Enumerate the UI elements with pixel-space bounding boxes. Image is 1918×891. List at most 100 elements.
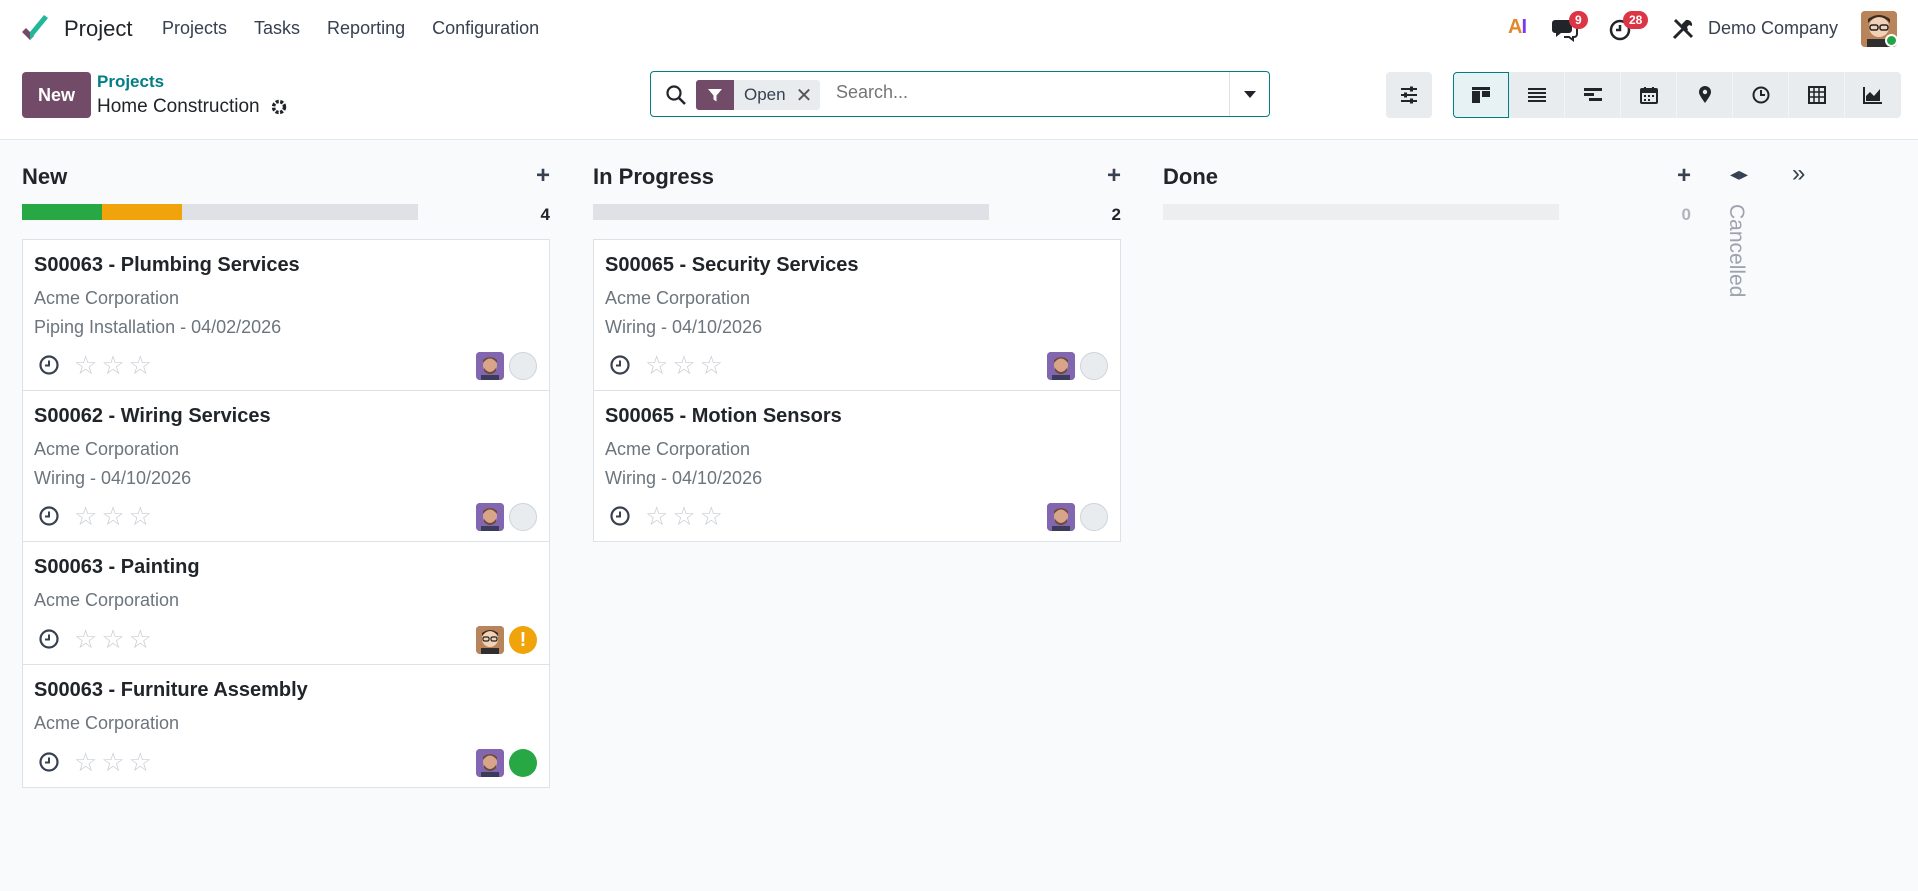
star-icon[interactable]: ☆: [129, 749, 152, 775]
blocked-state-icon[interactable]: !: [509, 626, 537, 654]
progress-segment[interactable]: [102, 204, 182, 220]
menu-projects[interactable]: Projects: [162, 18, 227, 39]
expand-chevrons-icon[interactable]: »: [1792, 160, 1805, 188]
task-card[interactable]: S00065 - Security Services Acme Corporat…: [593, 239, 1121, 391]
star-icon[interactable]: ☆: [129, 503, 152, 529]
menu-configuration[interactable]: Configuration: [432, 18, 539, 39]
activity-clock-icon[interactable]: [609, 354, 631, 376]
assignee-avatar[interactable]: [1047, 352, 1075, 380]
column-cards: S00063 - Plumbing Services Acme Corporat…: [22, 239, 550, 788]
assignee-avatar-admin[interactable]: [476, 626, 504, 654]
star-icon[interactable]: ☆: [129, 352, 152, 378]
new-button[interactable]: New: [22, 72, 91, 118]
normal-state-icon[interactable]: [509, 503, 537, 531]
top-navbar: Project Projects Tasks Reporting Configu…: [0, 0, 1918, 58]
search-bar: Open ✕: [650, 71, 1270, 117]
table-icon: [1807, 86, 1826, 104]
graph-view-button[interactable]: [1845, 72, 1901, 118]
column-title[interactable]: New: [22, 164, 67, 190]
assignee-avatar[interactable]: [1047, 503, 1075, 531]
company-switcher[interactable]: Demo Company: [1708, 18, 1838, 39]
normal-state-icon[interactable]: [1080, 352, 1108, 380]
star-icon[interactable]: ☆: [101, 626, 124, 652]
ready-state-icon[interactable]: [509, 749, 537, 777]
view-switcher: [1453, 72, 1901, 118]
star-icon[interactable]: ☆: [672, 352, 695, 378]
activity-view-button[interactable]: [1733, 72, 1789, 118]
progress-segment[interactable]: [22, 204, 102, 220]
star-icon[interactable]: ☆: [645, 503, 668, 529]
list-view-button[interactable]: [1509, 72, 1565, 118]
star-icon[interactable]: ☆: [700, 352, 723, 378]
star-icon[interactable]: ☆: [74, 626, 97, 652]
column-title[interactable]: Done: [1163, 164, 1218, 190]
star-icon[interactable]: ☆: [101, 749, 124, 775]
task-card[interactable]: S00063 - Furniture Assembly Acme Corpora…: [22, 664, 550, 788]
task-card[interactable]: S00063 - Painting Acme Corporation ☆ ☆ ☆…: [22, 541, 550, 665]
breadcrumb-projects[interactable]: Projects: [97, 72, 164, 92]
activity-clock-icon[interactable]: [609, 505, 631, 527]
task-card[interactable]: S00063 - Plumbing Services Acme Corporat…: [22, 239, 550, 391]
activity-clock-icon[interactable]: [38, 628, 60, 650]
control-panel: New Projects Home Construction Open ✕: [0, 58, 1918, 140]
activity-clock-icon[interactable]: [38, 354, 60, 376]
task-title: S00065 - Motion Sensors: [605, 405, 842, 427]
column-progress-bar[interactable]: [593, 204, 989, 220]
ai-icon[interactable]: AI: [1508, 16, 1527, 39]
activities-badge: 28: [1623, 11, 1649, 29]
menu-reporting[interactable]: Reporting: [327, 18, 405, 39]
online-status-indicator: [1885, 34, 1898, 47]
project-app-icon[interactable]: [20, 14, 52, 44]
star-icon[interactable]: ☆: [129, 626, 152, 652]
search-input[interactable]: [836, 82, 1236, 103]
column-title[interactable]: In Progress: [593, 164, 714, 190]
column-add-icon[interactable]: +: [536, 162, 550, 190]
task-customer: Acme Corporation: [34, 288, 180, 308]
task-card[interactable]: S00065 - Motion Sensors Acme Corporation…: [593, 390, 1121, 542]
kanban-icon: [1472, 87, 1490, 103]
star-icon[interactable]: ☆: [101, 503, 124, 529]
star-icon[interactable]: ☆: [700, 503, 723, 529]
column-add-icon[interactable]: +: [1107, 162, 1121, 190]
star-icon[interactable]: ☆: [101, 352, 124, 378]
column-add-icon[interactable]: +: [1677, 162, 1691, 190]
list-icon: [1527, 88, 1546, 102]
column-progress-bar[interactable]: [22, 204, 418, 220]
menu-tasks[interactable]: Tasks: [254, 18, 300, 39]
activity-clock-icon[interactable]: [38, 751, 60, 773]
kanban-view-button[interactable]: [1453, 72, 1509, 118]
task-title: S00063 - Plumbing Services: [34, 254, 300, 276]
priority-stars: ☆ ☆ ☆: [645, 352, 723, 378]
gear-icon[interactable]: [270, 98, 288, 116]
map-pin-icon: [1698, 86, 1711, 103]
main-menu: Projects Tasks Reporting Configuration: [162, 18, 566, 39]
normal-state-icon[interactable]: [1080, 503, 1108, 531]
search-options-toggle[interactable]: [1229, 72, 1269, 116]
column-count: 2: [1111, 205, 1121, 224]
assignee-avatar[interactable]: [476, 749, 504, 777]
star-icon[interactable]: ☆: [672, 503, 695, 529]
assignee-avatar[interactable]: [476, 503, 504, 531]
star-icon[interactable]: ☆: [645, 352, 668, 378]
star-icon[interactable]: ☆: [74, 352, 97, 378]
app-name[interactable]: Project: [64, 16, 132, 42]
assignee-avatar[interactable]: [476, 352, 504, 380]
facet-remove-icon[interactable]: ✕: [796, 80, 821, 110]
column-progress-bar[interactable]: [1163, 204, 1559, 220]
tools-icon[interactable]: [1670, 16, 1698, 42]
gantt-view-button[interactable]: [1565, 72, 1621, 118]
search-icon[interactable]: [665, 84, 687, 106]
fold-toggle-icon[interactable]: ◂▸: [1730, 164, 1748, 185]
activity-clock-icon[interactable]: [38, 505, 60, 527]
task-card[interactable]: S00062 - Wiring Services Acme Corporatio…: [22, 390, 550, 542]
star-icon[interactable]: ☆: [74, 503, 97, 529]
pivot-view-button[interactable]: [1789, 72, 1845, 118]
task-customer: Acme Corporation: [34, 439, 180, 459]
column-count: 4: [540, 205, 550, 224]
filter-icon: [696, 80, 734, 110]
calendar-view-button[interactable]: [1621, 72, 1677, 118]
map-view-button[interactable]: [1677, 72, 1733, 118]
star-icon[interactable]: ☆: [74, 749, 97, 775]
normal-state-icon[interactable]: [509, 352, 537, 380]
view-settings-button[interactable]: [1386, 72, 1432, 118]
